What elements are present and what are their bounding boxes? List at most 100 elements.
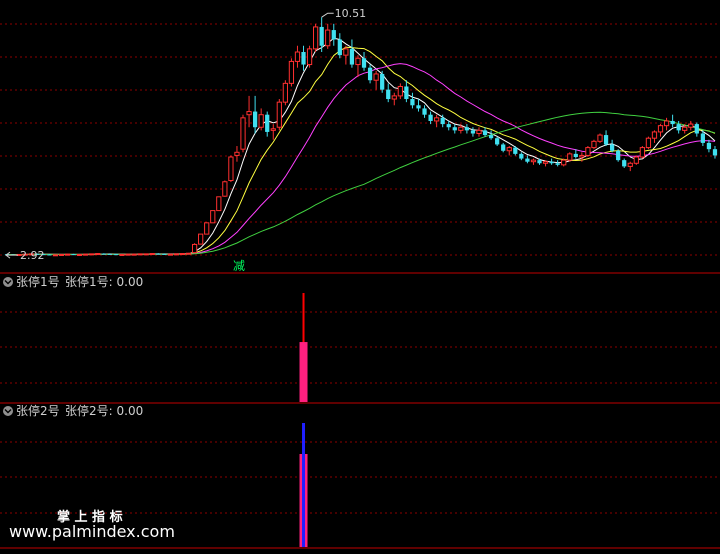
candle — [470, 127, 476, 137]
candle — [89, 253, 95, 256]
candle-body — [143, 253, 149, 256]
candle-body — [343, 48, 349, 56]
panel2-grid — [0, 441, 720, 514]
candle — [325, 23, 331, 49]
candle-body — [156, 253, 161, 255]
candle-body — [191, 243, 198, 254]
ma-line-10 — [6, 46, 716, 256]
candle-body — [633, 156, 639, 164]
candle — [530, 158, 537, 165]
candle — [265, 111, 270, 137]
collapse-icon[interactable] — [3, 277, 13, 287]
candle-body — [228, 156, 234, 182]
candle-body — [319, 26, 324, 46]
candle-body — [663, 120, 670, 127]
candle — [616, 149, 621, 162]
candle — [633, 155, 639, 165]
panel1-value: 张停1号: 0.00 — [65, 274, 143, 289]
candle — [397, 83, 403, 100]
candle-body — [77, 253, 83, 256]
candle-body — [506, 147, 512, 152]
candle — [313, 23, 319, 53]
candle — [83, 253, 89, 256]
candle-body — [367, 67, 373, 81]
panel1-bars — [299, 293, 308, 402]
candle-body — [452, 127, 457, 131]
candle-body — [386, 89, 391, 100]
candle — [276, 99, 282, 131]
candle-body — [47, 254, 52, 256]
candle — [306, 45, 313, 68]
candle — [240, 114, 246, 153]
candle — [343, 45, 349, 65]
candle-body — [573, 153, 578, 158]
candle-body — [519, 153, 524, 159]
collapse-icon[interactable] — [3, 406, 13, 416]
low-annotation: 2.92 — [5, 249, 45, 262]
candle-body — [240, 117, 246, 150]
candle — [294, 45, 301, 68]
watermark-url: www.palmindex.com — [9, 522, 175, 541]
panel1-grid — [0, 311, 720, 384]
candle-body — [397, 85, 403, 97]
candle — [694, 122, 699, 137]
candle-body — [380, 73, 385, 90]
candle — [657, 124, 664, 137]
candle — [204, 222, 210, 235]
candle-body — [288, 60, 295, 84]
candle — [622, 158, 627, 168]
candle — [712, 146, 718, 159]
candle — [645, 136, 652, 150]
candle — [173, 253, 180, 256]
candle — [464, 124, 470, 134]
candle — [282, 80, 288, 106]
candle-body — [162, 253, 167, 255]
candle-body — [282, 82, 288, 103]
candle — [663, 117, 670, 131]
candle — [519, 152, 524, 161]
candle-body — [530, 159, 537, 163]
candle — [210, 210, 216, 224]
candle — [706, 139, 712, 153]
candle-body — [149, 253, 155, 256]
low-price-label: 2.92 — [20, 249, 45, 262]
candle-body — [422, 108, 427, 115]
candle-body — [676, 124, 681, 131]
candle-body — [331, 30, 336, 40]
candle-body — [616, 150, 621, 161]
candle-body — [712, 149, 718, 156]
candle — [367, 64, 373, 84]
candle-body — [107, 253, 113, 255]
candle — [404, 80, 409, 103]
candle-body — [639, 147, 645, 158]
candle-body — [688, 123, 694, 128]
candle-body — [113, 254, 119, 256]
candle — [288, 58, 295, 87]
panel1-header[interactable]: 张停1号 张停1号: 0.00 — [3, 274, 143, 289]
candle — [609, 139, 615, 153]
candle — [337, 33, 342, 59]
candle — [567, 152, 573, 162]
candle-body — [216, 196, 222, 212]
candle — [488, 130, 494, 140]
candle — [422, 105, 427, 118]
candle-body — [513, 147, 518, 154]
candle-body — [682, 126, 688, 131]
candle-body — [71, 254, 76, 256]
candle — [179, 253, 186, 256]
candle-body — [542, 161, 549, 164]
candle-body — [301, 52, 306, 65]
candle-body — [657, 125, 664, 133]
watermark: 掌 上 指 标 www.palmindex.com — [9, 509, 175, 541]
panel2-header[interactable]: 张停2号 张停2号: 0.00 — [3, 403, 143, 418]
candle — [361, 52, 367, 71]
candle — [185, 252, 192, 255]
candle — [167, 253, 174, 256]
candle-body — [276, 101, 282, 128]
candle-body — [537, 160, 542, 164]
candle — [95, 253, 101, 256]
candle-body — [555, 163, 560, 165]
candle — [270, 124, 276, 140]
candle-body — [306, 48, 313, 66]
candle-body — [404, 86, 409, 100]
